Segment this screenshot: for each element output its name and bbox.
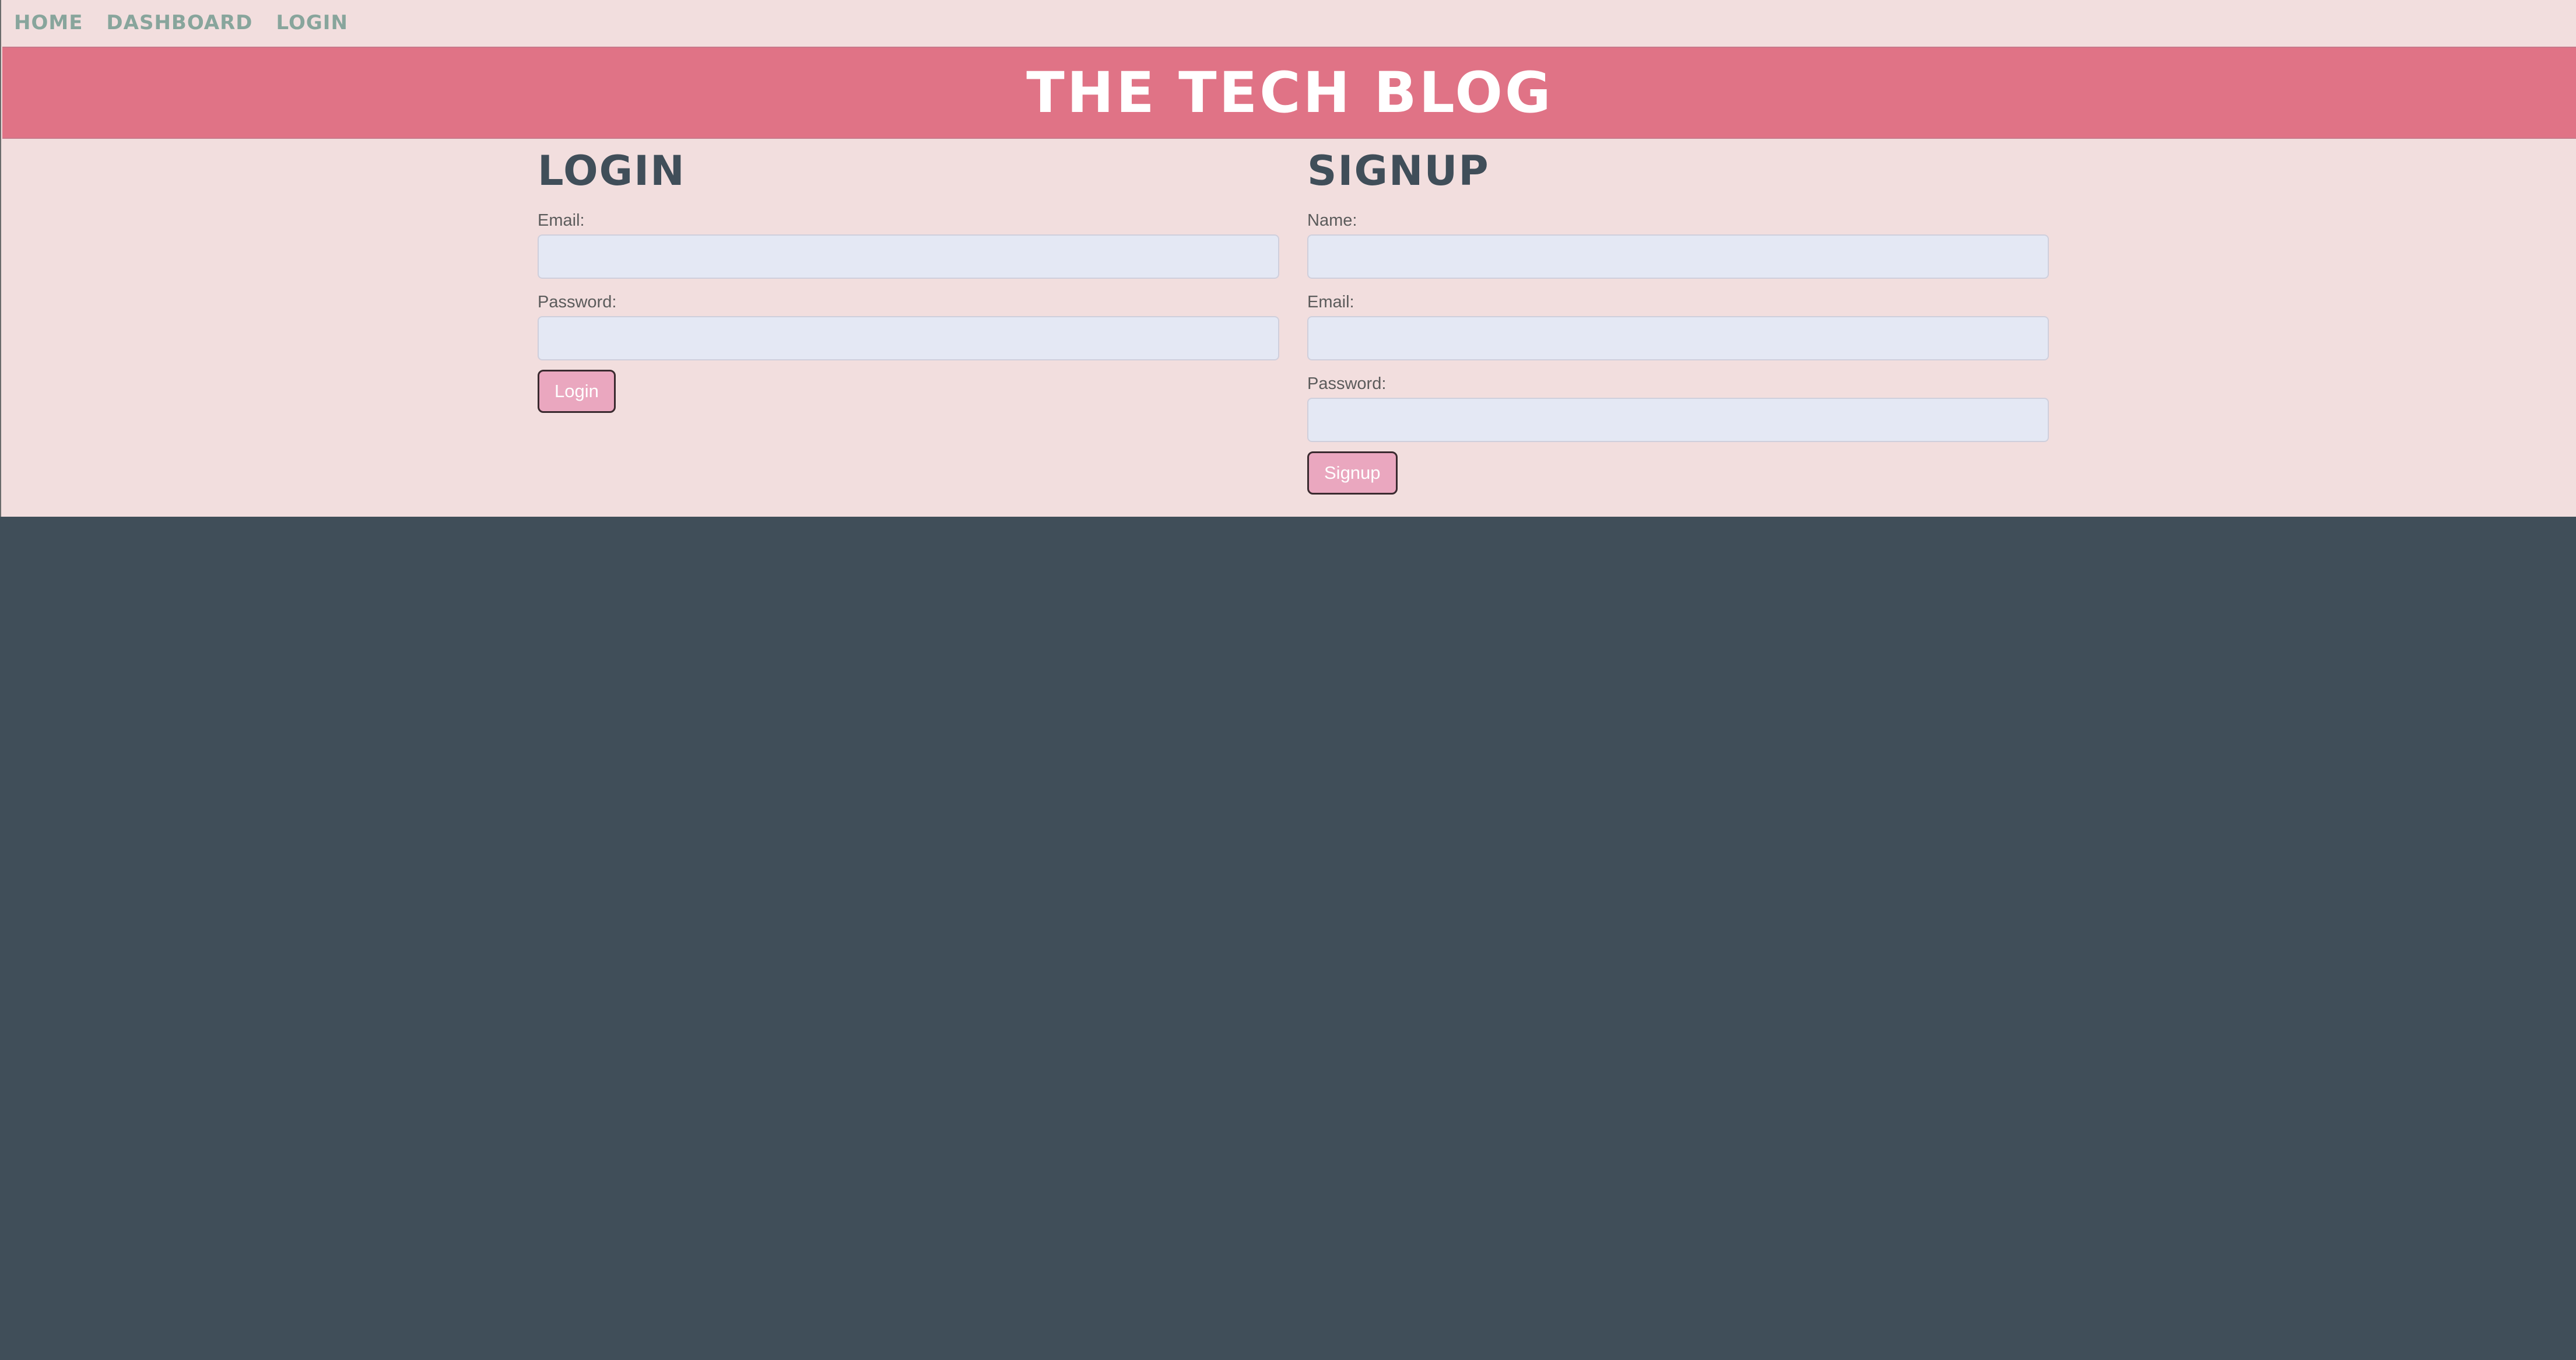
signup-password-label: Password:: [1307, 374, 1387, 393]
top-nav: HOME DASHBOARD LOGIN: [14, 8, 348, 37]
login-form: LOGIN Email: Password: Login: [538, 145, 1279, 413]
signup-heading: SIGNUP: [1307, 147, 1490, 195]
signup-email-input[interactable]: [1307, 316, 2049, 360]
login-email-label: Email:: [538, 211, 585, 230]
login-heading: LOGIN: [538, 147, 686, 195]
login-password-label: Password:: [538, 293, 617, 311]
site-header: THE TECH BLOG: [2, 47, 2576, 139]
main-area: HOME DASHBOARD LOGIN THE TECH BLOG LOGIN…: [0, 0, 2576, 517]
page: HOME DASHBOARD LOGIN THE TECH BLOG LOGIN…: [0, 0, 2576, 1360]
signup-name-label: Name:: [1307, 211, 1357, 230]
nav-link-login[interactable]: LOGIN: [276, 11, 348, 34]
nav-link-dashboard[interactable]: DASHBOARD: [106, 11, 252, 34]
signup-form: SIGNUP Name: Email: Password: Signup: [1307, 145, 2049, 495]
login-button[interactable]: Login: [538, 370, 616, 413]
signup-password-input[interactable]: [1307, 398, 2049, 442]
site-title: THE TECH BLOG: [1026, 60, 1553, 125]
nav-link-home[interactable]: HOME: [14, 11, 83, 34]
signup-button[interactable]: Signup: [1307, 451, 1398, 495]
login-password-input[interactable]: [538, 316, 1279, 360]
signup-name-input[interactable]: [1307, 234, 2049, 279]
login-email-input[interactable]: [538, 234, 1279, 279]
signup-email-label: Email:: [1307, 293, 1354, 311]
